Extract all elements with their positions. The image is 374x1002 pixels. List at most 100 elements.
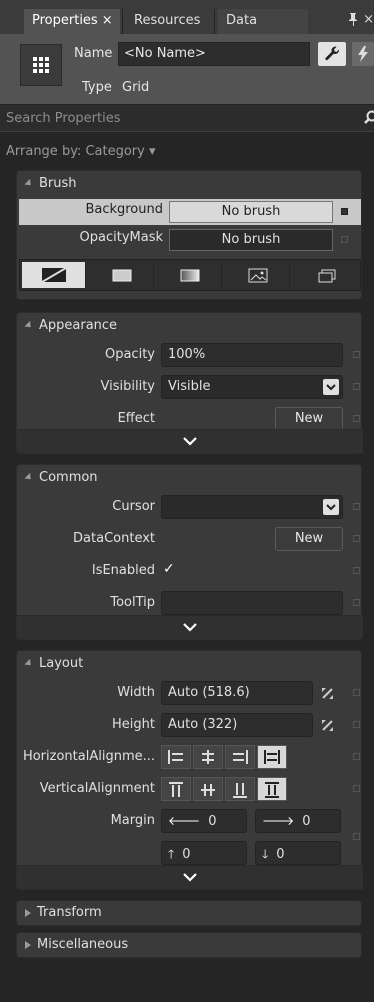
advanced-options-marker[interactable] [353,535,360,542]
margin-left-input[interactable]: 🡐 0 [161,809,247,833]
advanced-options-marker[interactable] [353,753,360,760]
set-to-auto-icon[interactable] [321,719,334,732]
vertical-alignment-label: VerticalAlignment [39,781,155,796]
properties-view-button[interactable] [318,42,346,66]
opacitymask-value[interactable]: No brush [169,229,333,251]
brush-row-background[interactable]: Background No brush [19,199,361,225]
align-vcenter-button[interactable] [193,777,223,801]
cursor-combobox[interactable] [161,495,343,519]
tile-brush-button[interactable] [224,262,290,288]
brush-resources-button[interactable] [292,262,360,288]
align-top-icon [169,782,183,797]
advanced-options-marker[interactable] [341,208,348,215]
isenabled-checkbox[interactable]: ✓ [163,561,175,577]
advanced-options-marker[interactable] [341,236,348,243]
miscellaneous-section[interactable]: Miscellaneous [16,932,362,958]
events-view-button[interactable] [352,42,374,66]
visibility-combobox[interactable]: Visible [161,375,343,399]
tab-properties[interactable]: Properties × [24,9,120,34]
margin-right-input[interactable]: 🡒 0 [255,809,341,833]
gradient-brush-button[interactable] [156,262,222,288]
type-value: Grid [122,80,150,95]
search-input[interactable]: Search Properties [6,111,121,126]
align-vstretch-button[interactable] [257,777,287,801]
expand-triangle-icon [25,940,31,949]
tooltip-input[interactable] [161,591,343,615]
tooltip-label: ToolTip [110,595,155,610]
search-icon[interactable] [364,110,374,128]
advanced-options-marker[interactable] [353,351,360,358]
height-label: Height [112,717,155,732]
align-left-icon [168,750,183,764]
common-expander[interactable] [17,615,363,639]
tab-data[interactable]: Data [218,9,308,34]
align-top-button[interactable] [161,777,191,801]
no-brush-button[interactable] [22,262,86,288]
arrow-down-icon: 🡓 [262,847,269,861]
horizontal-alignment-label: HorizontalAlignme... [22,749,155,764]
effect-new-button[interactable]: New [275,407,343,431]
layout-expander[interactable] [17,865,363,889]
align-left-button[interactable] [161,745,191,769]
advanced-options-marker[interactable] [353,785,360,792]
transform-section-header[interactable]: Transform [25,905,102,920]
appearance-expander[interactable] [17,429,363,453]
advanced-options-marker[interactable] [353,689,360,696]
opacity-label: Opacity [104,347,155,362]
advanced-options-marker[interactable] [353,415,360,422]
miscellaneous-section-header[interactable]: Miscellaneous [25,937,128,952]
width-input[interactable]: Auto (518.6) [161,681,313,705]
tab-close-icon[interactable]: × [102,13,113,28]
opacitymask-label: OpacityMask [79,230,163,245]
margin-top-input[interactable]: 🡑 0 [161,841,247,865]
common-section-header[interactable]: Common [24,470,98,485]
close-panel-icon[interactable]: × [363,12,374,27]
align-vstretch-icon [265,782,279,798]
advanced-options-marker[interactable] [353,567,360,574]
margin-bottom-input[interactable]: 🡓 0 [255,841,341,865]
name-input[interactable]: <No Name> [118,42,310,66]
tab-resources-label: Resources [134,13,201,28]
brush-section: Brush Background No brush OpacityMask No… [16,170,362,300]
chevron-down-icon [183,873,197,882]
arrange-by-dropdown[interactable]: Arrange by: Category ▾ [6,144,156,159]
chevron-down-icon[interactable] [323,499,339,515]
advanced-options-marker[interactable] [353,833,360,840]
arrow-right-icon: 🡒 [262,814,295,828]
align-bottom-button[interactable] [225,777,255,801]
miscellaneous-section-title: Miscellaneous [37,937,129,952]
tab-strip: Properties × Resources Data × [0,0,374,34]
expand-triangle-icon [24,658,34,669]
align-right-button[interactable] [225,745,255,769]
layout-section: Layout Width Auto (518.6) Height Auto (3… [16,650,363,890]
tab-resources[interactable]: Resources [126,9,214,34]
advanced-options-marker[interactable] [353,383,360,390]
common-section-title: Common [39,470,98,485]
tab-data-label: Data [226,13,258,28]
search-properties-bar[interactable]: Search Properties [0,104,374,132]
solid-color-brush-button[interactable] [88,262,154,288]
height-input[interactable]: Auto (322) [161,713,313,737]
set-to-auto-icon[interactable] [321,687,334,700]
grid-icon [20,44,62,86]
transform-section[interactable]: Transform [16,900,362,926]
opacity-input[interactable]: 100% [161,343,343,367]
margin-right-value: 0 [302,814,311,829]
arrow-up-icon: 🡑 [168,847,175,861]
background-value[interactable]: No brush [169,201,333,223]
expand-triangle-icon [24,320,34,331]
brush-section-header[interactable]: Brush [24,176,77,191]
align-center-button[interactable] [193,745,223,769]
align-center-icon [202,750,214,764]
brush-row-opacitymask[interactable]: OpacityMask No brush [19,227,361,253]
advanced-options-marker[interactable] [353,503,360,510]
appearance-section-header[interactable]: Appearance [24,318,117,333]
advanced-options-marker[interactable] [353,721,360,728]
layout-section-header[interactable]: Layout [24,656,83,671]
pin-icon[interactable] [348,13,358,30]
chevron-down-icon[interactable] [323,379,339,395]
align-right-icon [233,750,248,764]
datacontext-new-button[interactable]: New [275,527,343,551]
align-stretch-button[interactable] [257,745,287,769]
advanced-options-marker[interactable] [353,599,360,606]
